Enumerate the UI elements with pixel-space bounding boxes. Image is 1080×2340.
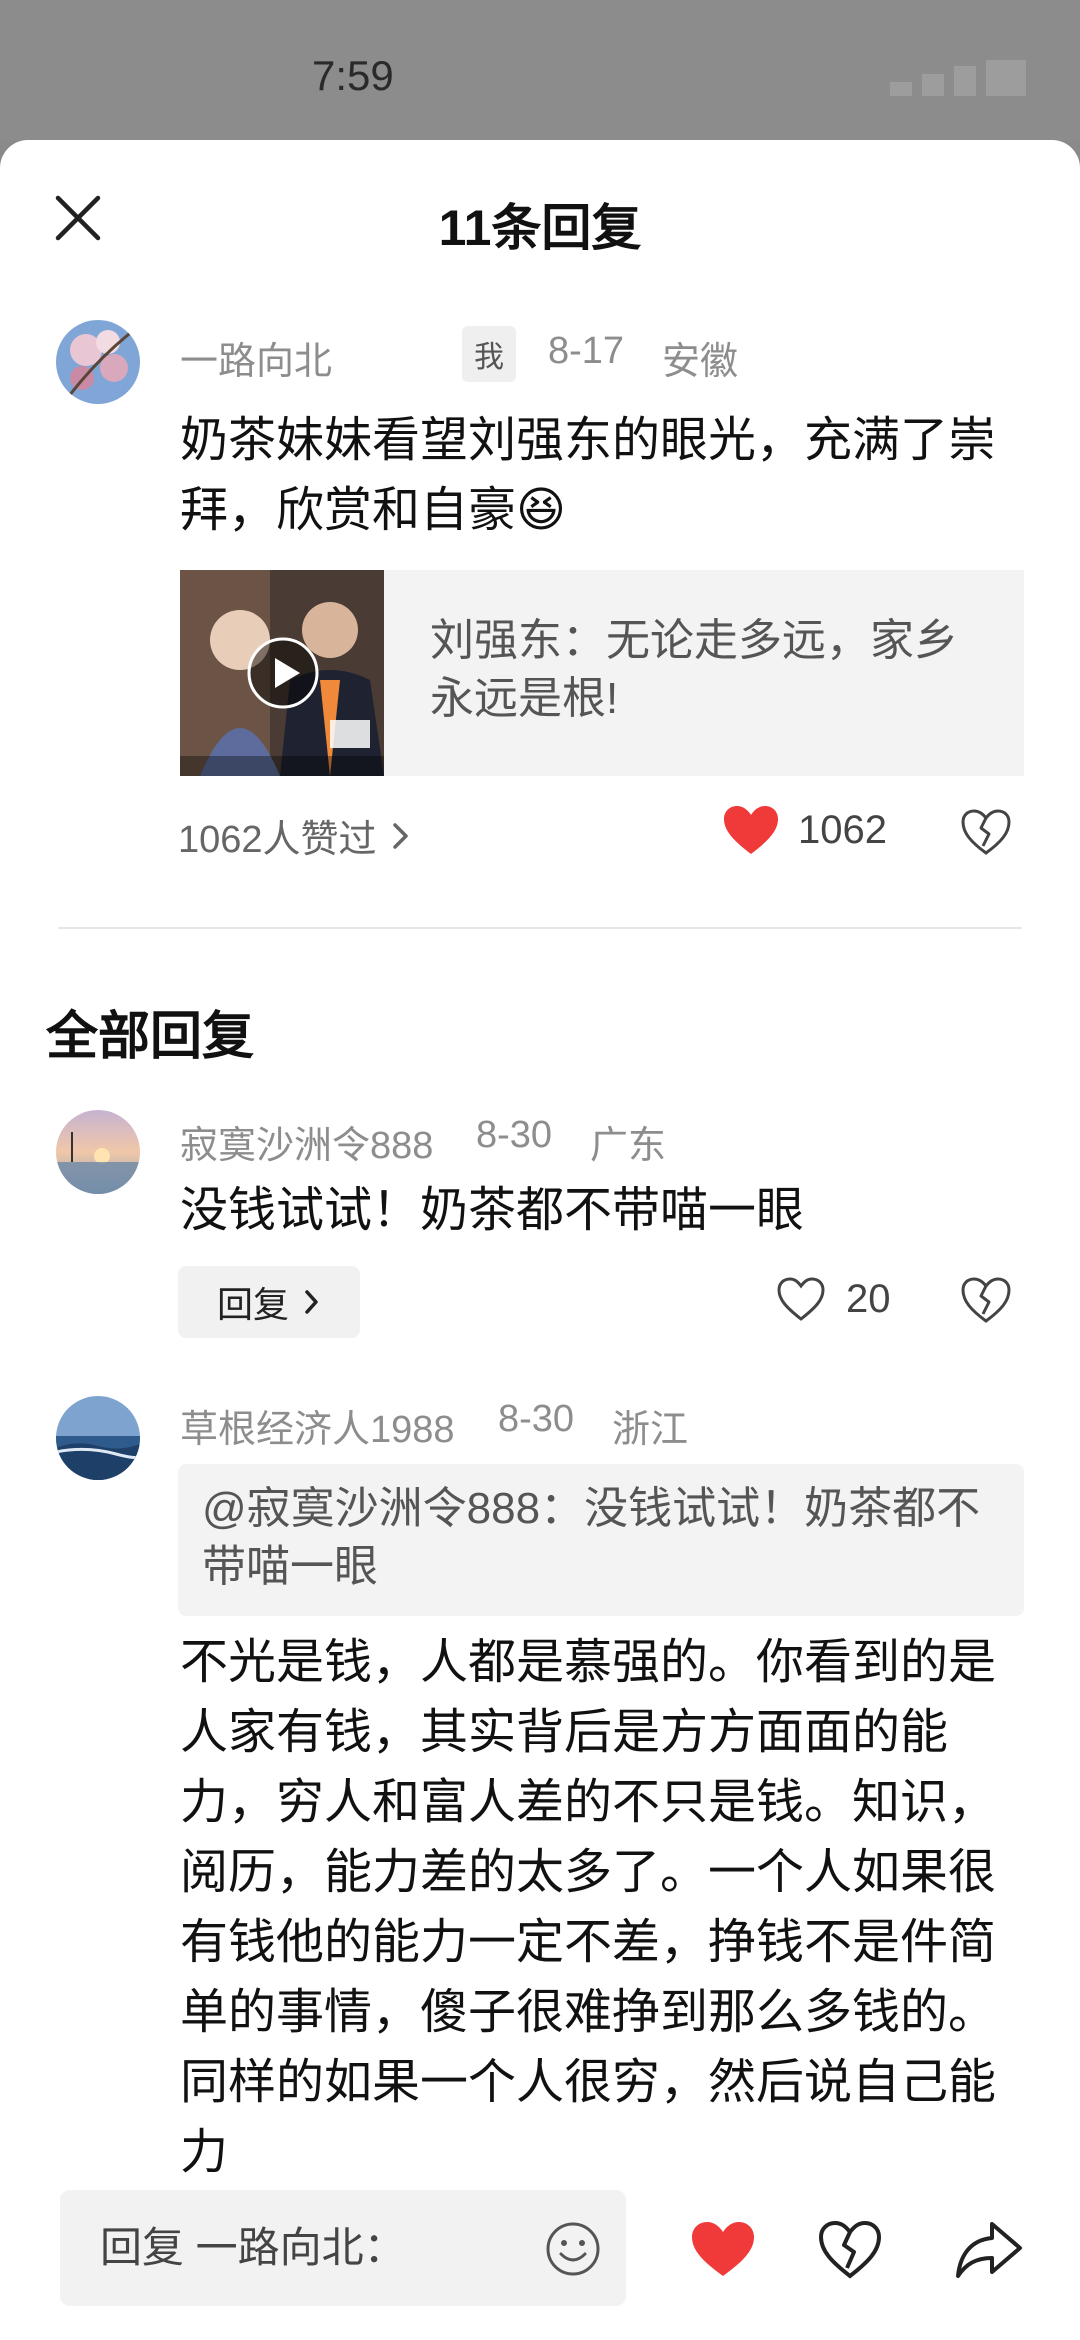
comment-text: 不光是钱，人都是慕强的。你看到的是人家有钱，其实背后是方方面面的能力，穷人和富人… <box>180 1636 997 2179</box>
liked-by-link[interactable]: 1062人赞过 <box>178 808 413 863</box>
share-icon[interactable] <box>954 2220 1024 2280</box>
comment-location: 浙江 <box>612 1409 689 1451</box>
chevron-right-icon <box>392 822 408 849</box>
me-badge: 我 <box>462 326 516 382</box>
video-thumbnail <box>180 570 384 776</box>
comment-text: 奶茶妹妹看望刘强东的眼光，充满了崇拜，欣赏和自豪😆 <box>180 414 997 537</box>
like-button[interactable]: 20 <box>776 1276 891 1322</box>
video-card[interactable]: 刘强东：无论走多远，家乡永远是根! <box>180 570 1024 776</box>
like-button[interactable]: 1062 <box>722 804 887 856</box>
reply-button[interactable]: 回复 <box>178 1266 360 1338</box>
username[interactable]: 草根经济人1988 <box>180 1398 455 1453</box>
video-title: 刘强东：无论走多远，家乡永远是根! <box>430 616 958 723</box>
avatar[interactable] <box>56 320 140 404</box>
avatar-image <box>56 1110 140 1194</box>
emoji-icon[interactable] <box>544 2220 602 2278</box>
status-icons <box>890 60 1040 96</box>
avatar-image <box>56 1396 140 1480</box>
heart-filled-icon[interactable] <box>690 2220 756 2278</box>
heart-outline-icon <box>777 1277 825 1321</box>
avatar-image <box>56 320 140 404</box>
comment-date: 8-30 <box>476 1114 553 1156</box>
dislike-button[interactable] <box>960 808 1012 861</box>
chevron-right-icon <box>305 1290 318 1314</box>
bottom-bar <box>0 2180 1080 2340</box>
avatar[interactable] <box>56 1396 140 1480</box>
section-title: 全部回复 <box>46 1008 255 1066</box>
status-time: 7:59 <box>312 52 394 99</box>
reply-button-label: 回复 <box>216 1284 289 1325</box>
like-count: 20 <box>846 1276 891 1321</box>
avatar[interactable] <box>56 1110 140 1194</box>
status-bar: 7:59 <box>0 0 1080 140</box>
liked-by-text: 1062人赞过 <box>178 819 377 861</box>
username[interactable]: 寂寞沙洲令888 <box>180 1114 433 1169</box>
comment-date: 8-30 <box>498 1398 575 1440</box>
like-count: 1062 <box>798 807 887 852</box>
reply-sheet: 11条回复 一路向北 我 8-17 安徽 奶茶妹妹看望刘强东的眼光，充满了崇拜，… <box>0 140 1080 2340</box>
comment-location: 安徽 <box>662 341 739 383</box>
broken-heart-icon[interactable] <box>818 2220 882 2280</box>
broken-heart-icon <box>961 809 1011 855</box>
username[interactable]: 一路向北 <box>180 330 332 385</box>
play-icon <box>247 637 319 709</box>
quoted-reply: @寂寞沙洲令888：没钱试试！奶茶都不带喵一眼 <box>178 1464 1024 1616</box>
sheet-title: 11条回复 <box>438 200 642 256</box>
dislike-button[interactable] <box>960 1276 1012 1329</box>
broken-heart-icon <box>961 1277 1011 1323</box>
divider <box>58 927 1022 929</box>
comment-date: 8-17 <box>548 330 625 372</box>
comment-text: 没钱试试！奶茶都不带喵一眼 <box>180 1184 805 1237</box>
reply-input[interactable] <box>60 2190 626 2306</box>
comment-location: 广东 <box>590 1125 667 1167</box>
heart-filled-icon <box>724 806 778 854</box>
